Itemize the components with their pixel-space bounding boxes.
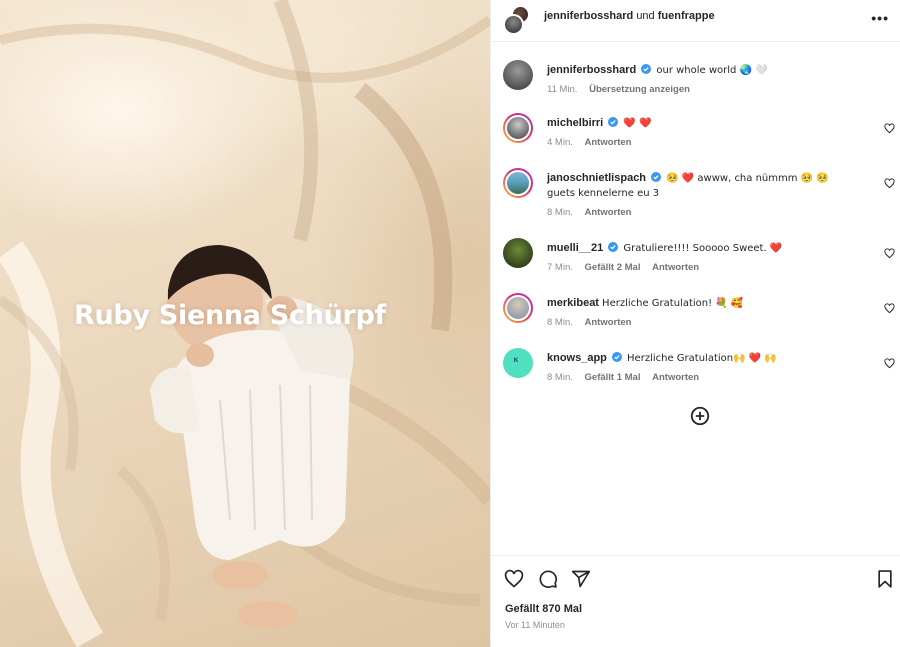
comment-content: michelbirri ❤️ ❤️ 4 Min. Antworten [547, 116, 857, 150]
comment-content: muelli__21 Gratuliere!!!! Sooooo Sweet. … [547, 241, 857, 275]
knows-logo-icon: K [513, 358, 519, 364]
verified-badge-icon [608, 242, 619, 252]
comment-username[interactable]: michelbirri [547, 117, 603, 129]
heart-icon[interactable] [884, 178, 895, 189]
reply-link[interactable]: Antworten [585, 317, 632, 328]
verified-badge-icon [641, 64, 652, 74]
comment-username[interactable]: knows_app [547, 352, 607, 364]
load-more-comments-icon[interactable] [689, 405, 711, 427]
comment-username[interactable]: muelli__21 [547, 242, 603, 254]
avatar [503, 14, 524, 35]
share-icon[interactable] [571, 569, 591, 589]
comment-content: knows_app Herzliche Gratulation🙌 ❤️ 🙌 8 … [547, 351, 857, 385]
comment-content: janoschnietlispach 🥺 ❤️ awww, cha nümmm … [547, 171, 857, 220]
comment-like-count[interactable]: Gefällt 2 Mal [585, 262, 641, 273]
reply-link[interactable]: Antworten [585, 207, 632, 218]
like-heart-icon[interactable] [504, 569, 524, 589]
comment-time[interactable]: 8 Min. [547, 317, 573, 328]
comment-text: ❤️ ❤️ [623, 118, 652, 129]
avatar[interactable] [503, 293, 533, 323]
heart-icon[interactable] [884, 358, 895, 369]
comment-text: Gratuliere!!!! Sooooo Sweet. ❤️ [623, 243, 783, 254]
heart-icon[interactable] [884, 123, 895, 134]
heart-icon[interactable] [884, 303, 895, 314]
translate-link[interactable]: Übersetzung anzeigen [589, 84, 690, 95]
verified-badge-icon [651, 172, 662, 182]
reply-link[interactable]: Antworten [652, 372, 699, 383]
reply-link[interactable]: Antworten [585, 137, 632, 148]
comment-time[interactable]: 8 Min. [547, 207, 573, 218]
post-photo[interactable]: Ruby Sienna Schürpf [0, 0, 490, 647]
photo-overlay-text: Ruby Sienna Schürpf [74, 300, 386, 331]
verified-badge-icon [608, 117, 619, 127]
comment-username[interactable]: jenniferbosshard [547, 64, 636, 76]
more-horizontal-icon[interactable]: ••• [871, 10, 889, 26]
post-actions: Gefällt 870 Mal Vor 11 Minuten [491, 555, 900, 647]
comment-text: Herzliche Gratulation! 💐 🥰 [602, 298, 744, 309]
bookmark-icon[interactable] [875, 569, 895, 589]
comment-icon[interactable] [538, 569, 558, 589]
caption-text: our whole world 🌏 🤍 [656, 65, 768, 76]
post-header: jenniferbosshard und fuenfrappe ••• [491, 0, 900, 42]
comment-username[interactable]: merkibeat [547, 297, 599, 309]
comment-like-count[interactable]: Gefällt 1 Mal [585, 372, 641, 383]
post-authors: jenniferbosshard und fuenfrappe [544, 10, 715, 22]
caption-content: jenniferbosshard our whole world 🌏 🤍 11 … [547, 63, 857, 97]
avatar[interactable] [503, 168, 533, 198]
comment-time[interactable]: 11 Min. [547, 84, 577, 95]
avatar[interactable] [503, 238, 533, 268]
post-side-panel: jenniferbosshard und fuenfrappe ••• jenn… [490, 0, 900, 647]
post-timestamp[interactable]: Vor 11 Minuten [505, 620, 565, 630]
like-count[interactable]: Gefällt 870 Mal [505, 603, 582, 615]
reply-link[interactable]: Antworten [652, 262, 699, 273]
heart-icon[interactable] [884, 248, 895, 259]
avatar[interactable]: K [503, 348, 533, 378]
comment-time[interactable]: 7 Min. [547, 262, 573, 273]
comment-username[interactable]: janoschnietlispach [547, 172, 646, 184]
avatar[interactable] [503, 60, 533, 90]
author-separator: und [636, 10, 655, 22]
comment-content: merkibeat Herzliche Gratulation! 💐 🥰 8 M… [547, 296, 857, 330]
collab-avatars[interactable] [503, 5, 533, 35]
avatar[interactable] [503, 113, 533, 143]
verified-badge-icon [611, 352, 622, 362]
author-link[interactable]: jenniferbosshard [544, 10, 633, 22]
comment-time[interactable]: 8 Min. [547, 372, 573, 383]
comment-text: Herzliche Gratulation🙌 ❤️ 🙌 [627, 353, 777, 364]
comment-time[interactable]: 4 Min. [547, 137, 573, 148]
author-link[interactable]: fuenfrappe [658, 10, 715, 22]
